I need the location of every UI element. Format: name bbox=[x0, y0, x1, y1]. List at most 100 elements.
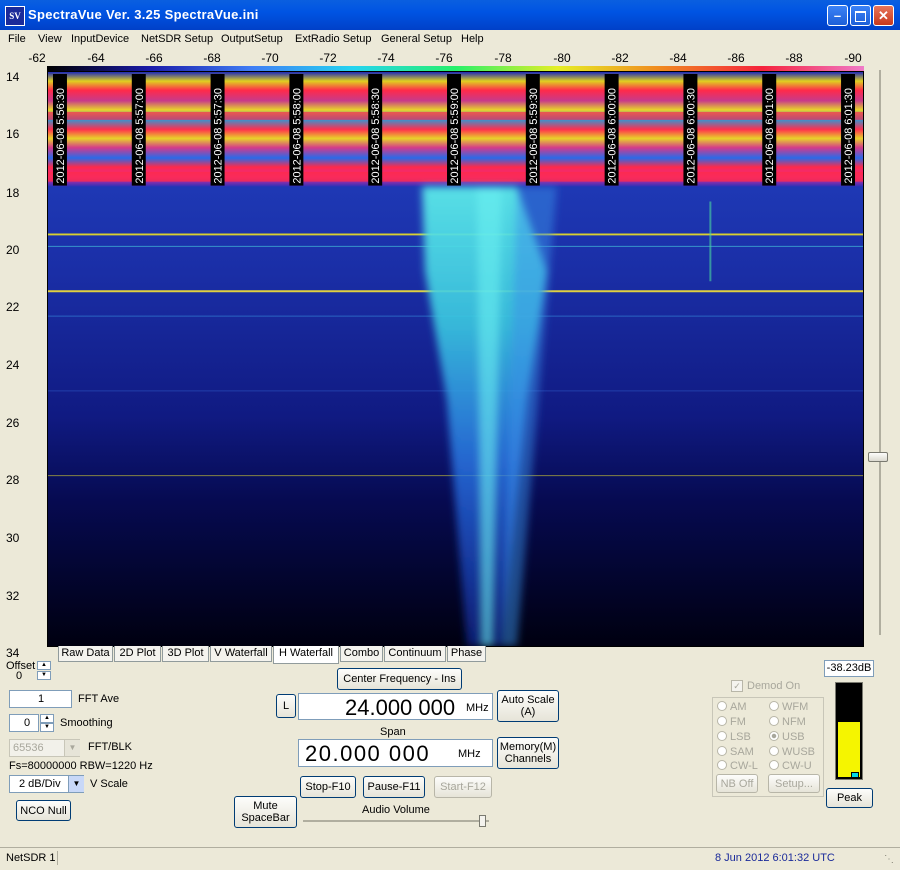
offset-spin-up[interactable]: ▲ bbox=[37, 661, 51, 670]
vertical-slider-track bbox=[879, 70, 881, 635]
menu-help[interactable]: Help bbox=[461, 33, 484, 45]
radio-usb[interactable]: USB bbox=[769, 731, 805, 743]
status-device: NetSDR 1 bbox=[6, 852, 56, 864]
smoothing-spin-up[interactable]: ▲ bbox=[40, 714, 54, 723]
menu-outputsetup[interactable]: OutputSetup bbox=[221, 33, 283, 45]
audio-volume-label: Audio Volume bbox=[362, 804, 430, 816]
tab-raw-data[interactable]: Raw Data bbox=[58, 646, 113, 662]
radio-cw-u[interactable]: CW-U bbox=[769, 760, 812, 772]
left-axis-label: 32 bbox=[6, 589, 20, 603]
radio-sam[interactable]: SAM bbox=[717, 746, 754, 758]
radio-label: CW-U bbox=[782, 760, 812, 772]
timestamp-label: 2012-06-08 5:59:30 bbox=[528, 88, 540, 184]
center-frequency-button[interactable]: Center Frequency - Ins bbox=[337, 668, 462, 690]
demod-checkbox[interactable]: ✓ bbox=[731, 680, 743, 692]
minimize-icon: – bbox=[833, 8, 842, 23]
left-axis-label: 14 bbox=[6, 70, 20, 84]
minimize-button[interactable]: – bbox=[827, 5, 848, 26]
menu-view[interactable]: View bbox=[38, 33, 62, 45]
span-unit: MHz bbox=[458, 748, 481, 760]
radio-icon bbox=[769, 731, 779, 741]
top-axis-label: -82 bbox=[611, 51, 629, 65]
app-icon: SV bbox=[5, 6, 25, 26]
radio-label: SAM bbox=[730, 746, 754, 758]
tab-3d-plot[interactable]: 3D Plot bbox=[162, 646, 209, 662]
maximize-icon bbox=[855, 11, 866, 22]
menu-general-setup[interactable]: General Setup bbox=[381, 33, 452, 45]
audio-volume-thumb[interactable] bbox=[479, 815, 486, 827]
top-axis-label: -64 bbox=[87, 51, 105, 65]
radio-label: LSB bbox=[730, 731, 751, 743]
center-frequency-value: 24.000 000 bbox=[345, 695, 456, 720]
menu-netsdr-setup[interactable]: NetSDR Setup bbox=[141, 33, 213, 45]
resize-grip-icon[interactable]: ⋱ bbox=[884, 854, 894, 865]
timestamp-label: 2012-06-08 6:00:00 bbox=[607, 88, 619, 184]
top-axis-label: -90 bbox=[844, 51, 862, 65]
fft-blk-label: FFT/BLK bbox=[88, 741, 133, 753]
close-icon: ✕ bbox=[878, 8, 889, 23]
top-axis-label: -86 bbox=[727, 51, 745, 65]
top-axis-label: -88 bbox=[785, 51, 803, 65]
center-frequency-unit: MHz bbox=[466, 702, 489, 714]
tab-combo[interactable]: Combo bbox=[340, 646, 383, 662]
menu-file[interactable]: File bbox=[8, 33, 26, 45]
signal-meter bbox=[835, 682, 863, 780]
radio-am[interactable]: AM bbox=[717, 701, 747, 713]
top-axis-label: -66 bbox=[145, 51, 163, 65]
mute-button[interactable]: Mute SpaceBar bbox=[234, 796, 297, 828]
radio-wfm[interactable]: WFM bbox=[769, 701, 808, 713]
start-button[interactable]: Start-F12 bbox=[434, 776, 492, 798]
radio-icon bbox=[717, 701, 727, 711]
tab-2d-plot[interactable]: 2D Plot bbox=[114, 646, 161, 662]
timestamp-label: 2012-06-08 6:01:00 bbox=[764, 88, 776, 184]
offset-spin-down[interactable]: ▼ bbox=[37, 671, 51, 680]
waterfall-display[interactable]: 2012-06-08 5:56:30 2012-06-08 5:57:00 20… bbox=[47, 71, 864, 647]
tab-v-waterfall[interactable]: V Waterfall bbox=[210, 646, 272, 662]
timestamp-label: 2012-06-08 6:01:30 bbox=[843, 88, 855, 184]
top-axis-label: -68 bbox=[203, 51, 221, 65]
radio-fm[interactable]: FM bbox=[717, 716, 746, 728]
radio-cw-l[interactable]: CW-L bbox=[717, 760, 758, 772]
radio-lsb[interactable]: LSB bbox=[717, 731, 751, 743]
left-axis: 14 16 18 20 22 24 26 28 30 32 34 bbox=[0, 62, 45, 662]
radio-label: AM bbox=[730, 701, 747, 713]
l-button[interactable]: L bbox=[276, 694, 296, 718]
radio-icon bbox=[717, 716, 727, 726]
status-bar: NetSDR 1 8 Jun 2012 6:01:32 UTC ⋱ bbox=[0, 847, 900, 870]
span-field[interactable]: 20.000 000 MHz bbox=[298, 739, 493, 767]
radio-label: FM bbox=[730, 716, 746, 728]
auto-scale-button[interactable]: Auto Scale (A) bbox=[497, 690, 559, 722]
memory-channels-button[interactable]: Memory(M) Channels bbox=[497, 737, 559, 769]
smoothing-input[interactable]: 0 bbox=[9, 714, 39, 732]
menu-extradio-setup[interactable]: ExtRadio Setup bbox=[295, 33, 371, 45]
smoothing-spin-down[interactable]: ▼ bbox=[40, 723, 54, 732]
close-button[interactable]: ✕ bbox=[873, 5, 894, 26]
left-axis-label: 34 bbox=[6, 646, 20, 660]
menu-inputdevice[interactable]: InputDevice bbox=[71, 33, 129, 45]
radio-icon bbox=[717, 760, 727, 770]
timestamp-label: 2012-06-08 5:58:00 bbox=[291, 88, 303, 184]
setup-button[interactable]: Setup... bbox=[768, 774, 820, 793]
tab-phase[interactable]: Phase bbox=[447, 646, 486, 662]
nco-null-button[interactable]: NCO Null bbox=[16, 800, 71, 821]
mute-hotkey: SpaceBar bbox=[241, 812, 290, 824]
stop-button[interactable]: Stop-F10 bbox=[300, 776, 356, 798]
radio-icon bbox=[769, 760, 779, 770]
channels-label: Channels bbox=[504, 753, 552, 765]
nb-off-button[interactable]: NB Off bbox=[716, 774, 758, 793]
radio-wusb[interactable]: WUSB bbox=[769, 746, 815, 758]
tab-h-waterfall[interactable]: H Waterfall bbox=[273, 646, 339, 664]
top-axis-label: -76 bbox=[435, 51, 453, 65]
center-frequency-field[interactable]: 24.000 000 MHz bbox=[298, 693, 493, 720]
maximize-button[interactable] bbox=[850, 5, 871, 26]
pause-button[interactable]: Pause-F11 bbox=[363, 776, 425, 798]
radio-nfm[interactable]: NFM bbox=[769, 716, 806, 728]
top-axis-label: -74 bbox=[377, 51, 395, 65]
vertical-slider-thumb[interactable] bbox=[868, 452, 888, 462]
smoothing-label: Smoothing bbox=[60, 717, 113, 729]
fft-ave-input[interactable]: 1 bbox=[9, 690, 72, 708]
title-bar: SV SpectraVue Ver. 3.25 SpectraVue.ini –… bbox=[0, 0, 900, 30]
peak-button[interactable]: Peak bbox=[826, 788, 873, 808]
tab-continuum[interactable]: Continuum bbox=[384, 646, 446, 662]
radio-label: USB bbox=[782, 731, 805, 743]
